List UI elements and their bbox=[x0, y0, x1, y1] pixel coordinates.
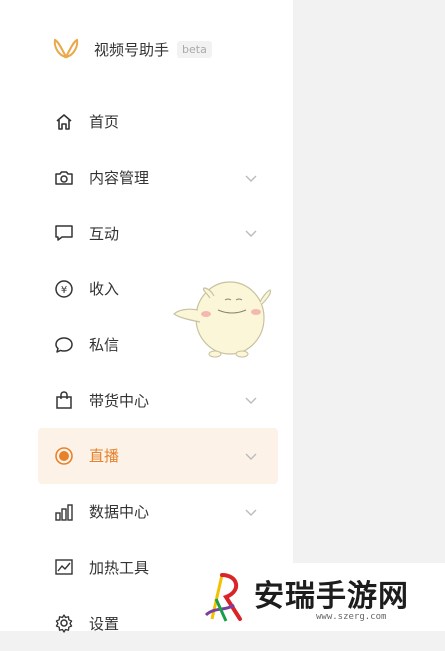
live-record-icon bbox=[53, 445, 75, 467]
home-icon bbox=[53, 111, 75, 133]
brand-name: 视频号助手 bbox=[94, 40, 170, 59]
yen-icon: ¥ bbox=[53, 278, 75, 300]
nav-item-interaction[interactable]: 互动 bbox=[38, 205, 278, 261]
chevron-down-icon[interactable] bbox=[244, 395, 258, 405]
shopping-bag-icon bbox=[53, 389, 75, 411]
nav-label: 互动 bbox=[89, 224, 120, 243]
nav-label: 内容管理 bbox=[89, 169, 150, 188]
nav-label: 设置 bbox=[89, 614, 120, 633]
watermark-title: 安瑞手游网 bbox=[254, 579, 409, 614]
chevron-down-icon[interactable] bbox=[244, 228, 258, 238]
nav-item-home[interactable]: 首页 bbox=[38, 94, 278, 150]
nav-label: 加热工具 bbox=[89, 558, 150, 577]
chat-bubble-icon bbox=[53, 334, 75, 356]
nav-label: 私信 bbox=[89, 336, 120, 355]
svg-text:¥: ¥ bbox=[61, 285, 67, 296]
nav-item-live[interactable]: 直播 bbox=[38, 428, 278, 484]
nav-label: 数据中心 bbox=[89, 503, 150, 522]
nav-label: 收入 bbox=[89, 280, 120, 299]
mascot-illustration bbox=[173, 281, 272, 358]
brand[interactable]: 视频号助手 beta bbox=[52, 34, 212, 64]
message-square-icon bbox=[53, 222, 75, 244]
watermark: 安瑞手游网 www.szerg.com bbox=[196, 563, 445, 631]
nav-label: 直播 bbox=[89, 447, 120, 466]
sidebar: 视频号助手 beta 首页 内容管理 互动 ¥ 收入 私信 带货中心 直播 数据… bbox=[0, 0, 293, 633]
nav-label: 首页 bbox=[89, 113, 120, 132]
chevron-down-icon[interactable] bbox=[244, 451, 258, 461]
chevron-down-icon[interactable] bbox=[244, 507, 258, 517]
nav-item-data-center[interactable]: 数据中心 bbox=[38, 484, 278, 540]
nav-label: 带货中心 bbox=[89, 391, 150, 410]
camera-icon bbox=[53, 167, 75, 189]
nav-item-content[interactable]: 内容管理 bbox=[38, 150, 278, 206]
nav-item-commerce[interactable]: 带货中心 bbox=[38, 372, 278, 428]
beta-badge: beta bbox=[177, 40, 212, 58]
chevron-down-icon[interactable] bbox=[244, 173, 258, 183]
butterfly-logo-icon bbox=[53, 38, 79, 59]
watermark-url: www.szerg.com bbox=[316, 612, 387, 622]
bar-chart-icon bbox=[53, 501, 75, 523]
watermark-logo-icon bbox=[204, 573, 242, 622]
trend-chart-icon bbox=[53, 556, 75, 578]
